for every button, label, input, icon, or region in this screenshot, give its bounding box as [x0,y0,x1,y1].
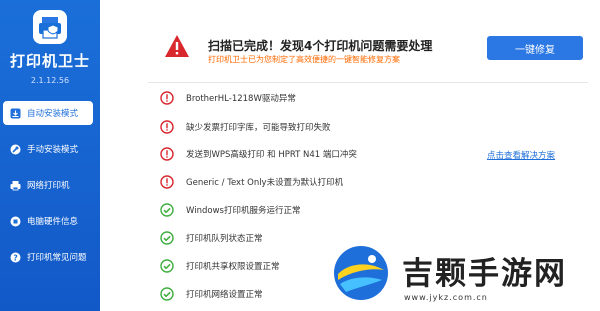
nav-hardware-info[interactable]: 电脑硬件信息 [3,209,93,233]
issue-text: 缺少发票打印字库，可能导致打印失败 [186,123,331,133]
nav-label: 自动安装模式 [27,109,79,119]
nav-label: 手动安装模式 [27,145,79,155]
nav-label: 网络打印机 [27,181,70,191]
svg-text:?: ? [13,253,17,262]
scan-result-title: 扫描已完成！发现4个打印机问题需要处理 [208,39,433,53]
nav-printer-faq[interactable]: ? 打印机常见问题 [3,245,93,269]
check-icon [160,259,174,273]
error-icon [160,147,174,161]
app-version: 2.1.12.56 [30,76,70,85]
error-icon [160,120,174,134]
warning-icon [165,35,189,57]
watermark-url: www.jykz.com.cn [404,293,488,302]
issue-row: 发送到WPS高级打印 和 HPRT N41 端口冲突 [160,146,357,162]
hardware-icon [10,216,21,227]
issue-text: Generic / Text Only未设置为默认打印机 [186,178,344,188]
check-icon [160,231,174,245]
nav-label: 打印机常见问题 [27,253,87,263]
issue-text: BrotherHL-1218W驱动异常 [186,94,296,104]
header-divider [148,82,588,83]
check-icon [160,203,174,217]
one-click-fix-button[interactable]: 一键修复 [487,36,583,60]
issue-text: 打印机网络设置正常 [186,290,263,300]
issue-row: BrotherHL-1218W驱动异常 [160,90,296,106]
app-title: 打印机卫士 [9,52,90,70]
nav-network-printer[interactable]: 网络打印机 [3,173,93,197]
app-logo-icon [33,10,67,44]
issue-text: 发送到WPS高级打印 和 HPRT N41 端口冲突 [186,150,357,160]
watermark: 吉颗手游网 www.jykz.com.cn [324,238,600,311]
check-icon [160,287,174,301]
view-solution-link[interactable]: 点击查看解决方案 [487,149,555,161]
error-icon [160,175,174,189]
help-icon: ? [10,252,21,263]
watermark-logo-icon [334,246,388,300]
issue-row: 缺少发票打印字库，可能导致打印失败 [160,119,331,135]
issue-row: 打印机共享权限设置正常 [160,258,280,274]
wrench-icon [10,144,21,155]
nav-label: 电脑硬件信息 [27,217,79,227]
issue-row: Generic / Text Only未设置为默认打印机 [160,174,343,190]
issue-text: Windows打印机服务运行正常 [186,206,301,216]
issue-text: 打印机队列状态正常 [186,234,263,244]
nav-auto-install[interactable]: 自动安装模式 [3,101,93,125]
error-icon [160,91,174,105]
issue-row: 打印机网络设置正常 [160,286,263,302]
sidebar: 打印机卫士 2.1.12.56 自动安装模式 手动安装模式 网络打印机 电脑硬件… [0,0,100,311]
nav-manual-install[interactable]: 手动安装模式 [3,137,93,161]
issue-row: Windows打印机服务运行正常 [160,202,300,218]
scan-result-subtitle: 打印机卫士已为您制定了高效便捷的一键智能修复方案 [208,55,400,64]
watermark-text: 吉颗手游网 [402,256,567,292]
network-printer-icon [10,180,21,191]
issue-text: 打印机共享权限设置正常 [186,262,280,272]
issue-row: 打印机队列状态正常 [160,230,263,246]
auto-install-icon [10,108,21,119]
